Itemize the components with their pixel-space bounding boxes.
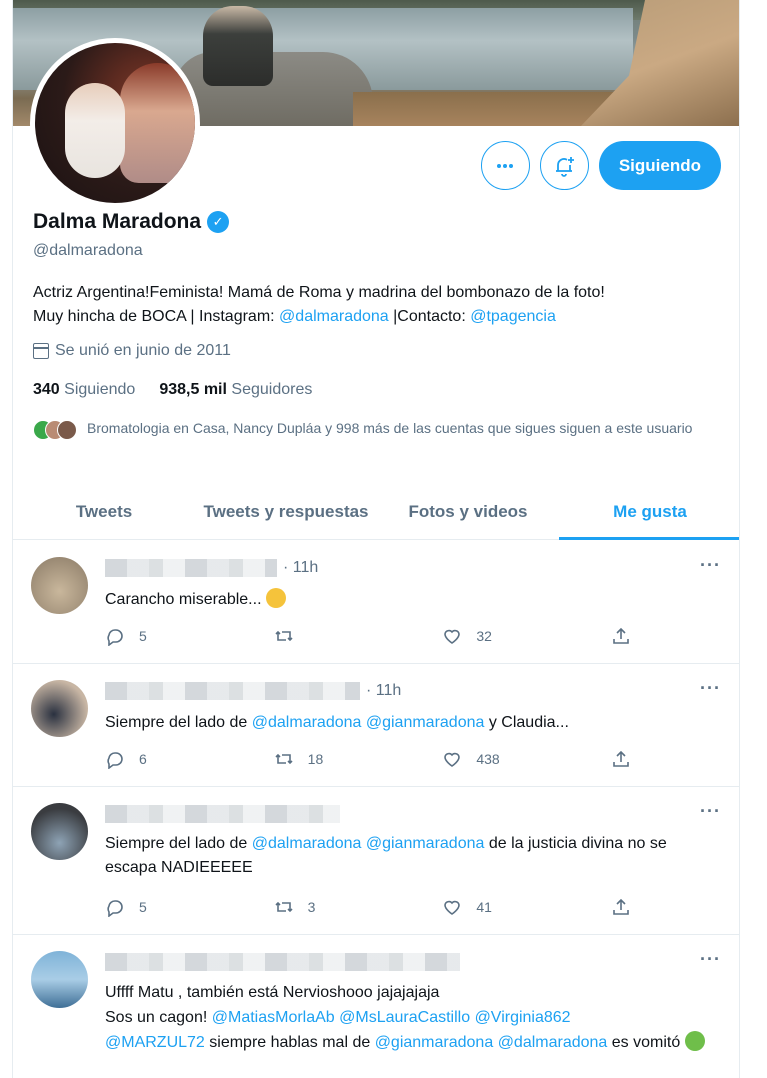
mention-link[interactable]: @MatiasMorlaAb [212,1009,335,1026]
blurred-author [105,805,340,823]
following-stat[interactable]: 340 Siguiendo [33,381,135,399]
heart-icon [444,900,461,915]
joined-text: Se unió en junio de 2011 [55,342,231,359]
reply-button[interactable]: 5 [105,626,225,646]
tweet-avatar[interactable] [31,951,88,1008]
tweet-time[interactable]: · 11h [283,559,318,577]
profile-name: Dalma Maradona [33,210,202,233]
bio-link-instagram[interactable]: @dalmaradona [279,308,389,325]
profile-stats: 340 Siguiendo 938,5 mil Seguidores [33,381,312,399]
like-button[interactable]: 438 [442,749,562,769]
tweet-more-button[interactable]: ··· [700,678,721,699]
tweet-avatar[interactable] [31,557,88,614]
tweet-time[interactable]: · 11h [366,682,401,700]
share-button[interactable] [611,749,635,769]
notifications-button[interactable] [539,141,589,190]
tweet-header [105,805,340,823]
bio-link-contact[interactable]: @tpagencia [470,308,556,325]
retweet-icon [275,753,293,765]
more-horizontal-icon [497,163,514,168]
profile-handle: @dalmaradona [33,242,143,259]
more-options-button[interactable] [480,141,530,190]
heart-icon [444,752,461,767]
tab-media[interactable]: Fotos y videos [377,485,559,539]
profile-avatar[interactable] [30,38,200,208]
tab-tweets-replies[interactable]: Tweets y respuestas [195,485,377,539]
tweet-header: · 11h [105,559,318,577]
share-icon [613,898,629,915]
retweet-button[interactable]: 18 [274,749,394,769]
mention-link[interactable]: @Virginia862 [475,1009,571,1026]
retweet-button[interactable]: 3 [274,897,394,917]
reply-icon [107,900,123,917]
following-button[interactable]: Siguiendo [598,141,721,190]
tweet[interactable]: · 11h ··· Carancho miserable... 5 32 [13,541,739,664]
followers-stat[interactable]: 938,5 mil Seguidores [159,381,312,399]
bio-text-contact: |Contacto: [388,308,471,325]
known-followers-text: Bromatologia en Casa, Nancy Dupláa y 998… [87,420,693,436]
tweet-actions: 6 18 438 [105,749,635,769]
tweet-avatar[interactable] [31,803,88,860]
tab-tweets[interactable]: Tweets [13,485,195,539]
like-button[interactable]: 41 [442,897,562,917]
tweet[interactable]: ··· Siempre del lado de @dalmaradona @gi… [13,787,739,935]
blurred-author [105,559,277,577]
verified-badge-icon: ✓ [207,211,230,233]
tweet-text: Uffff Matu , también está Nervioshooo ja… [105,980,715,1055]
share-icon [613,627,629,644]
share-button[interactable] [611,626,635,646]
share-button[interactable] [611,897,635,917]
profile-actions: Siguiendo [480,141,721,190]
reply-icon [107,752,123,769]
retweet-icon [275,901,293,913]
reply-icon [107,629,123,646]
tweet-text: Siempre del lado de @dalmaradona @gianma… [105,714,569,731]
bio-line-2: Muy hincha de BOCA | Instagram: @dalmara… [33,305,723,329]
mention-link[interactable]: @dalmaradona [252,835,362,852]
profile-bio: Actriz Argentina!Feminista! Mamá de Roma… [33,281,723,329]
tweet[interactable]: ··· Uffff Matu , también está Nervioshoo… [13,935,739,1078]
known-followers-avatars [33,420,77,440]
mention-link[interactable]: @gianmaradona [375,1034,494,1051]
mention-link[interactable]: @dalmaradona [252,714,362,731]
tab-likes[interactable]: Me gusta [559,485,739,540]
mention-link[interactable]: @dalmaradona [498,1034,608,1051]
profile-page: Siguiendo Dalma Maradona ✓ @dalmaradona … [12,0,740,1078]
reply-button[interactable]: 6 [105,749,225,769]
known-followers[interactable]: Bromatologia en Casa, Nancy Dupláa y 998… [33,418,723,440]
share-icon [613,750,629,767]
calendar-icon [33,343,49,359]
mention-link[interactable]: @gianmaradona [366,714,485,731]
nauseated-face-icon [684,1031,705,1051]
tweet-header: · 11h [105,682,401,700]
retweet-icon [275,630,293,642]
grimacing-face-icon [265,588,286,608]
blurred-author [105,953,460,971]
retweet-button[interactable] [274,626,394,646]
bio-text: Muy hincha de BOCA | Instagram: [33,308,280,325]
tweet-text: Carancho miserable... [105,588,715,612]
like-button[interactable]: 32 [442,626,562,646]
tweet-avatar[interactable] [31,680,88,737]
mention-link[interactable]: @MsLauraCastillo [339,1009,470,1026]
joined-date: Se unió en junio de 2011 [33,342,231,360]
tweet-actions: 5 3 41 [105,897,635,917]
heart-icon [444,629,461,644]
tweet-more-button[interactable]: ··· [700,949,721,970]
tweet-text: Siempre del lado de @dalmaradona @gianma… [105,835,667,876]
blurred-author [105,682,360,700]
mention-link[interactable]: @MARZUL72 [105,1034,205,1051]
tweet-actions: 5 32 [105,626,635,646]
reply-button[interactable]: 5 [105,897,225,917]
profile-tabs: Tweets Tweets y respuestas Fotos y video… [13,485,739,540]
follower-avatar [57,420,77,440]
tweet-more-button[interactable]: ··· [700,801,721,822]
mention-link[interactable]: @gianmaradona [366,835,485,852]
tweet[interactable]: · 11h ··· Siempre del lado de @dalmarado… [13,664,739,787]
bell-plus-icon [556,156,575,177]
bio-line-1: Actriz Argentina!Feminista! Mamá de Roma… [33,284,605,301]
tweet-header [105,953,460,971]
profile-name-row: Dalma Maradona ✓ [33,210,230,234]
tweet-more-button[interactable]: ··· [700,555,721,576]
